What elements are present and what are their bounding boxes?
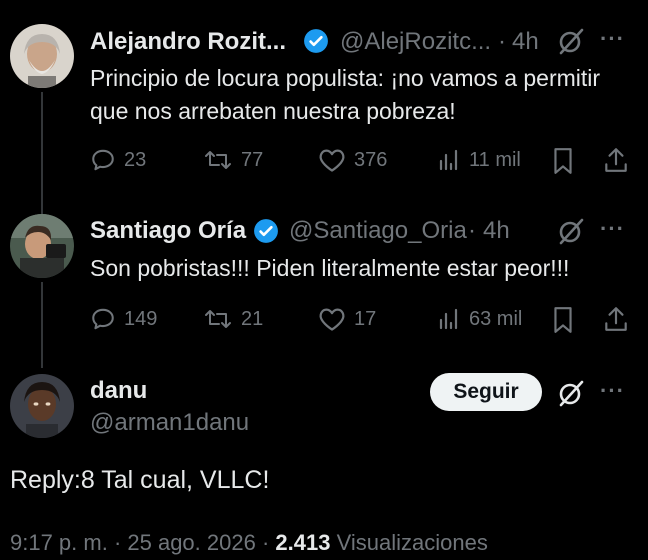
tweet-time[interactable]: 4h (483, 217, 510, 245)
follow-button[interactable]: Seguir (430, 373, 542, 411)
like-button[interactable]: 376 (318, 147, 387, 173)
tweet-text: Principio de locura populista: ¡no vamos… (90, 65, 601, 124)
tweet-timestamp[interactable]: 9:17 p. m. · 25 ago. 2026 · (10, 530, 269, 555)
views-count-main: 2.413 (275, 530, 331, 555)
like-count: 17 (354, 307, 377, 330)
retweet-button[interactable]: 21 (203, 306, 263, 332)
like-count: 376 (354, 148, 388, 171)
retweet-count: 77 (241, 148, 264, 171)
bookmark-icon[interactable] (552, 147, 574, 175)
reply-count: 23 (124, 148, 147, 171)
views-label: Visualizaciones (336, 530, 488, 555)
more-options-icon[interactable]: ··· (600, 216, 625, 242)
views-count: 63 mil (469, 307, 523, 330)
main-tweet-text: Reply:8 Tal cual, VLLC! (10, 466, 270, 494)
views-button[interactable]: 11 mil (437, 147, 521, 173)
reply-icon (90, 147, 116, 173)
avatar[interactable] (10, 24, 74, 88)
author-name[interactable]: Santiago Oría (90, 217, 246, 245)
author-name[interactable]: Alejandro Rozit... (90, 28, 286, 56)
author-handle[interactable]: @Santiago_Oria (289, 217, 467, 245)
tweet-meta: 9:17 p. m. · 25 ago. 2026 · 2.413 Visual… (10, 530, 488, 556)
more-options-icon[interactable]: ··· (600, 378, 625, 404)
dot-separator: · (498, 28, 506, 55)
author-name[interactable]: danu (90, 377, 147, 405)
heart-icon (318, 306, 346, 332)
tweet-text: Son pobristas!!! Piden literalmente esta… (90, 255, 570, 281)
views-icon (437, 306, 461, 332)
retweet-icon (203, 147, 233, 173)
grok-icon[interactable] (556, 378, 586, 408)
more-options-icon[interactable]: ··· (600, 26, 625, 52)
author-handle[interactable]: @arman1danu (90, 409, 249, 437)
thread-connector (41, 92, 43, 214)
grok-icon[interactable] (556, 26, 586, 56)
tweet-time[interactable]: 4h (512, 28, 539, 56)
views-count: 11 mil (469, 148, 521, 171)
avatar[interactable] (10, 214, 74, 278)
reply-icon (90, 306, 116, 332)
views-icon (437, 147, 461, 173)
bookmark-icon[interactable] (552, 306, 574, 334)
verified-badge-icon (303, 28, 329, 54)
retweet-count: 21 (241, 307, 264, 330)
views-button[interactable]: 63 mil (437, 306, 522, 332)
reply-button[interactable]: 149 (90, 306, 157, 332)
share-icon[interactable] (603, 146, 629, 174)
reply-button[interactable]: 23 (90, 147, 146, 173)
reply-count: 149 (124, 307, 158, 330)
heart-icon (318, 147, 346, 173)
verified-badge-icon (253, 218, 279, 244)
avatar[interactable] (10, 374, 74, 438)
author-handle[interactable]: @AlejRozitc... (340, 28, 491, 56)
dot-separator: · (468, 217, 476, 244)
like-button[interactable]: 17 (318, 306, 376, 332)
share-icon[interactable] (603, 305, 629, 333)
grok-icon[interactable] (556, 216, 586, 246)
thread-connector (41, 282, 43, 368)
retweet-icon (203, 306, 233, 332)
retweet-button[interactable]: 77 (203, 147, 263, 173)
